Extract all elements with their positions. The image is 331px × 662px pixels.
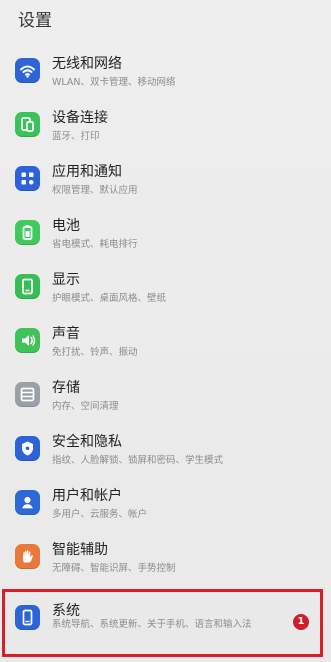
settings-item-smart-assist[interactable]: 智能辅助 无障碍、智能识屏、手势控制 <box>0 530 331 584</box>
settings-item-sound[interactable]: 声音 免打扰、铃声、振动 <box>0 314 331 368</box>
settings-item-label: 智能辅助 <box>52 542 108 558</box>
highlight-box <box>2 589 323 657</box>
sound-icon <box>15 328 40 353</box>
settings-item-display[interactable]: 显示 护眼模式、桌面风格、壁纸 <box>0 260 331 314</box>
display-icon <box>15 274 40 299</box>
settings-item-storage[interactable]: 存储 内存、空间清理 <box>0 368 331 422</box>
settings-item-subtitle: 蓝牙、打印 <box>52 131 100 142</box>
settings-item-label: 应用和通知 <box>52 164 122 180</box>
settings-item-label: 安全和隐私 <box>52 434 122 450</box>
settings-item-subtitle: 权限管理、默认应用 <box>52 185 138 196</box>
settings-item-subtitle: 无障碍、智能识屏、手势控制 <box>52 563 176 574</box>
storage-icon <box>15 382 40 407</box>
header: 设置 <box>0 0 331 36</box>
settings-item-battery[interactable]: 电池 省电模式、耗电排行 <box>0 206 331 260</box>
user-icon <box>15 490 40 515</box>
settings-item-users-accounts[interactable]: 用户和帐户 多用户、云服务、帐户 <box>0 476 331 530</box>
settings-item-subtitle: 多用户、云服务、帐户 <box>52 509 148 520</box>
settings-item-label: 无线和网络 <box>52 56 122 72</box>
wifi-icon <box>15 58 40 83</box>
settings-item-subtitle: 内存、空间清理 <box>52 401 119 412</box>
settings-item-subtitle: WLAN、双卡管理、移动网络 <box>52 77 176 88</box>
settings-item-subtitle: 护眼模式、桌面风格、壁纸 <box>52 293 167 304</box>
settings-page: 设置 无线和网络 WLAN、双卡管理、移动网络 设备连接 蓝牙、打印 应用和通知… <box>0 0 331 662</box>
settings-item-wireless-network[interactable]: 无线和网络 WLAN、双卡管理、移动网络 <box>0 44 331 98</box>
settings-item-device-connection[interactable]: 设备连接 蓝牙、打印 <box>0 98 331 152</box>
settings-item-subtitle: 免打扰、铃声、振动 <box>52 347 138 358</box>
device-connection-icon <box>15 112 40 137</box>
hand-icon <box>15 544 40 569</box>
settings-item-label: 声音 <box>52 326 80 342</box>
settings-item-subtitle: 省电模式、耗电排行 <box>52 239 138 250</box>
settings-item-label: 存储 <box>52 380 80 396</box>
battery-icon <box>15 220 40 245</box>
settings-item-label: 用户和帐户 <box>52 488 122 504</box>
settings-item-subtitle: 指纹、人脸解锁、锁屏和密码、学生模式 <box>52 455 224 466</box>
settings-item-label: 显示 <box>52 272 80 288</box>
settings-item-apps-notifications[interactable]: 应用和通知 权限管理、默认应用 <box>0 152 331 206</box>
shield-icon <box>15 436 40 461</box>
apps-icon <box>15 166 40 191</box>
settings-item-label: 电池 <box>52 218 80 234</box>
settings-item-label: 设备连接 <box>52 110 108 126</box>
page-title: 设置 <box>18 11 52 31</box>
settings-item-security-privacy[interactable]: 安全和隐私 指纹、人脸解锁、锁屏和密码、学生模式 <box>0 422 331 476</box>
